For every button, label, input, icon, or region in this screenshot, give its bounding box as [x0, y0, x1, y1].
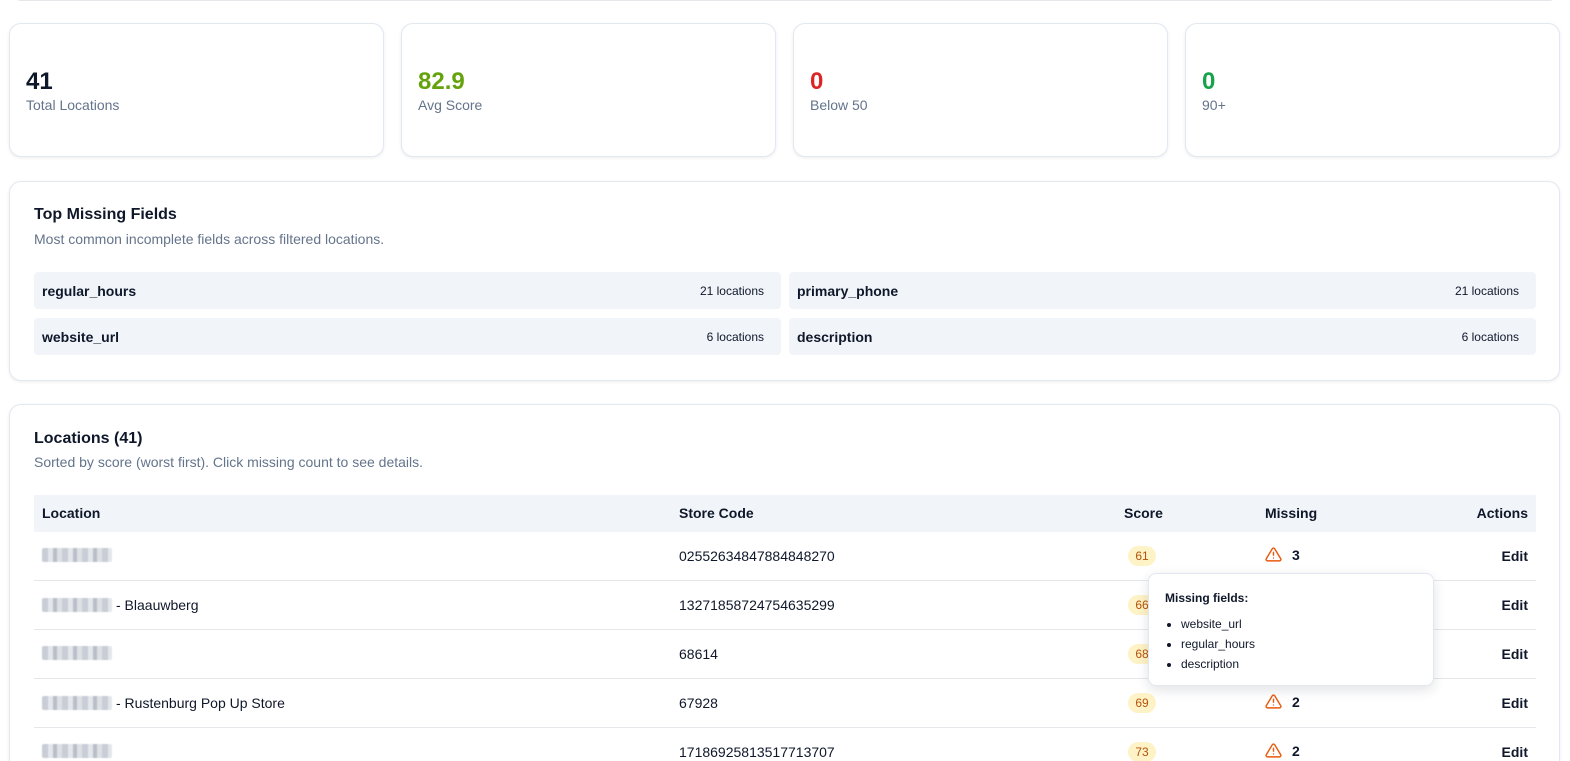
store-code: 17186925813517713707 [679, 744, 835, 760]
column-header-store-code[interactable]: Store Code [679, 505, 754, 521]
location-name [42, 548, 116, 562]
warning-triangle-icon [1265, 547, 1282, 562]
table-row: - Rustenburg Pop Up Store 67928 69 2 Edi… [34, 679, 1536, 728]
missing-count-button[interactable]: 2 [1265, 693, 1300, 710]
score-badge: 73 [1128, 742, 1156, 761]
location-suffix: - Rustenburg Pop Up Store [116, 695, 285, 711]
missing-field-item: description 6 locations [789, 318, 1536, 355]
table-row: 17186925813517713707 73 2 Edit [34, 728, 1536, 761]
missing-field-name: website_url [42, 328, 120, 345]
score-badge: 61 [1128, 546, 1156, 566]
store-code: 67928 [679, 695, 718, 711]
tooltip-item: regular_hours [1181, 634, 1417, 654]
store-code: 02552634847884848270 [679, 548, 835, 564]
stat-card-avg-score: 82.9 Avg Score [401, 23, 776, 157]
missing-fields-tooltip: Missing fields: website_url regular_hour… [1148, 573, 1434, 686]
column-header-missing[interactable]: Missing [1265, 505, 1317, 521]
card-title: Locations (41) [34, 430, 143, 447]
stat-label: Below 50 [810, 97, 868, 113]
store-code: 68614 [679, 646, 718, 662]
location-name: - Blaauwberg [42, 597, 199, 613]
card-title: Top Missing Fields [34, 206, 177, 223]
missing-count: 2 [1292, 742, 1300, 759]
missing-field-item: primary_phone 21 locations [789, 272, 1536, 309]
edit-button[interactable]: Edit [1502, 744, 1528, 760]
missing-field-item: website_url 6 locations [34, 318, 781, 355]
stat-value: 0 [1202, 68, 1216, 95]
redacted-name [42, 696, 112, 710]
card-subtitle: Sorted by score (worst first). Click mis… [34, 454, 424, 470]
top-missing-fields-card: Top Missing Fields Most common incomplet… [9, 181, 1560, 381]
redacted-name [42, 646, 112, 660]
top-panel-edge [14, 0, 1556, 1]
stat-value: 0 [810, 68, 824, 95]
table-header: Location Store Code Score Missing Action… [34, 495, 1536, 532]
column-header-actions: Actions [1476, 505, 1528, 521]
tooltip-list: website_url regular_hours description [1165, 614, 1417, 674]
column-header-location[interactable]: Location [42, 505, 100, 521]
stat-label: Total Locations [26, 97, 120, 113]
stat-card-total-locations: 41 Total Locations [9, 23, 384, 157]
tooltip-item: description [1181, 654, 1417, 674]
edit-button[interactable]: Edit [1502, 646, 1528, 662]
redacted-name [42, 548, 112, 562]
stat-label: 90+ [1202, 97, 1226, 113]
score-cell: 69 [1128, 693, 1156, 713]
stat-card-90-plus: 0 90+ [1185, 23, 1560, 157]
score-badge: 69 [1128, 693, 1156, 713]
redacted-name [42, 598, 112, 612]
store-code: 13271858724754635299 [679, 597, 835, 613]
missing-field-count: 21 locations [699, 283, 764, 298]
stats-row: 41 Total Locations 82.9 Avg Score 0 Belo… [9, 23, 1560, 157]
warning-triangle-icon [1265, 743, 1282, 758]
missing-field-name: regular_hours [42, 282, 137, 299]
column-header-score[interactable]: Score [1124, 505, 1163, 521]
location-name: - Rustenburg Pop Up Store [42, 695, 285, 711]
tooltip-title: Missing fields: [1165, 591, 1249, 605]
edit-button[interactable]: Edit [1502, 548, 1528, 564]
stat-value: 41 [26, 68, 53, 95]
missing-field-count: 21 locations [1454, 283, 1519, 298]
missing-count-button[interactable]: 3 [1265, 546, 1300, 563]
location-suffix: - Blaauwberg [116, 597, 199, 613]
tooltip-item: website_url [1181, 614, 1417, 634]
missing-count: 3 [1292, 546, 1300, 563]
edit-button[interactable]: Edit [1502, 597, 1528, 613]
score-cell: 73 [1128, 742, 1156, 761]
warning-triangle-icon [1265, 694, 1282, 709]
redacted-name [42, 744, 112, 758]
missing-field-count: 6 locations [1461, 329, 1519, 344]
location-name [42, 744, 116, 758]
missing-fields-grid: regular_hours 21 locations primary_phone… [34, 272, 1536, 355]
score-cell: 61 [1128, 546, 1156, 566]
location-name [42, 646, 116, 660]
stat-card-below-50: 0 Below 50 [793, 23, 1168, 157]
card-subtitle: Most common incomplete fields across fil… [34, 231, 385, 247]
edit-button[interactable]: Edit [1502, 695, 1528, 711]
missing-count-button[interactable]: 2 [1265, 742, 1300, 759]
stat-value: 82.9 [418, 68, 465, 95]
stat-label: Avg Score [418, 97, 483, 113]
missing-field-name: primary_phone [797, 282, 899, 299]
missing-field-item: regular_hours 21 locations [34, 272, 781, 309]
missing-field-name: description [797, 328, 873, 345]
missing-field-count: 6 locations [706, 329, 764, 344]
missing-count: 2 [1292, 693, 1300, 710]
